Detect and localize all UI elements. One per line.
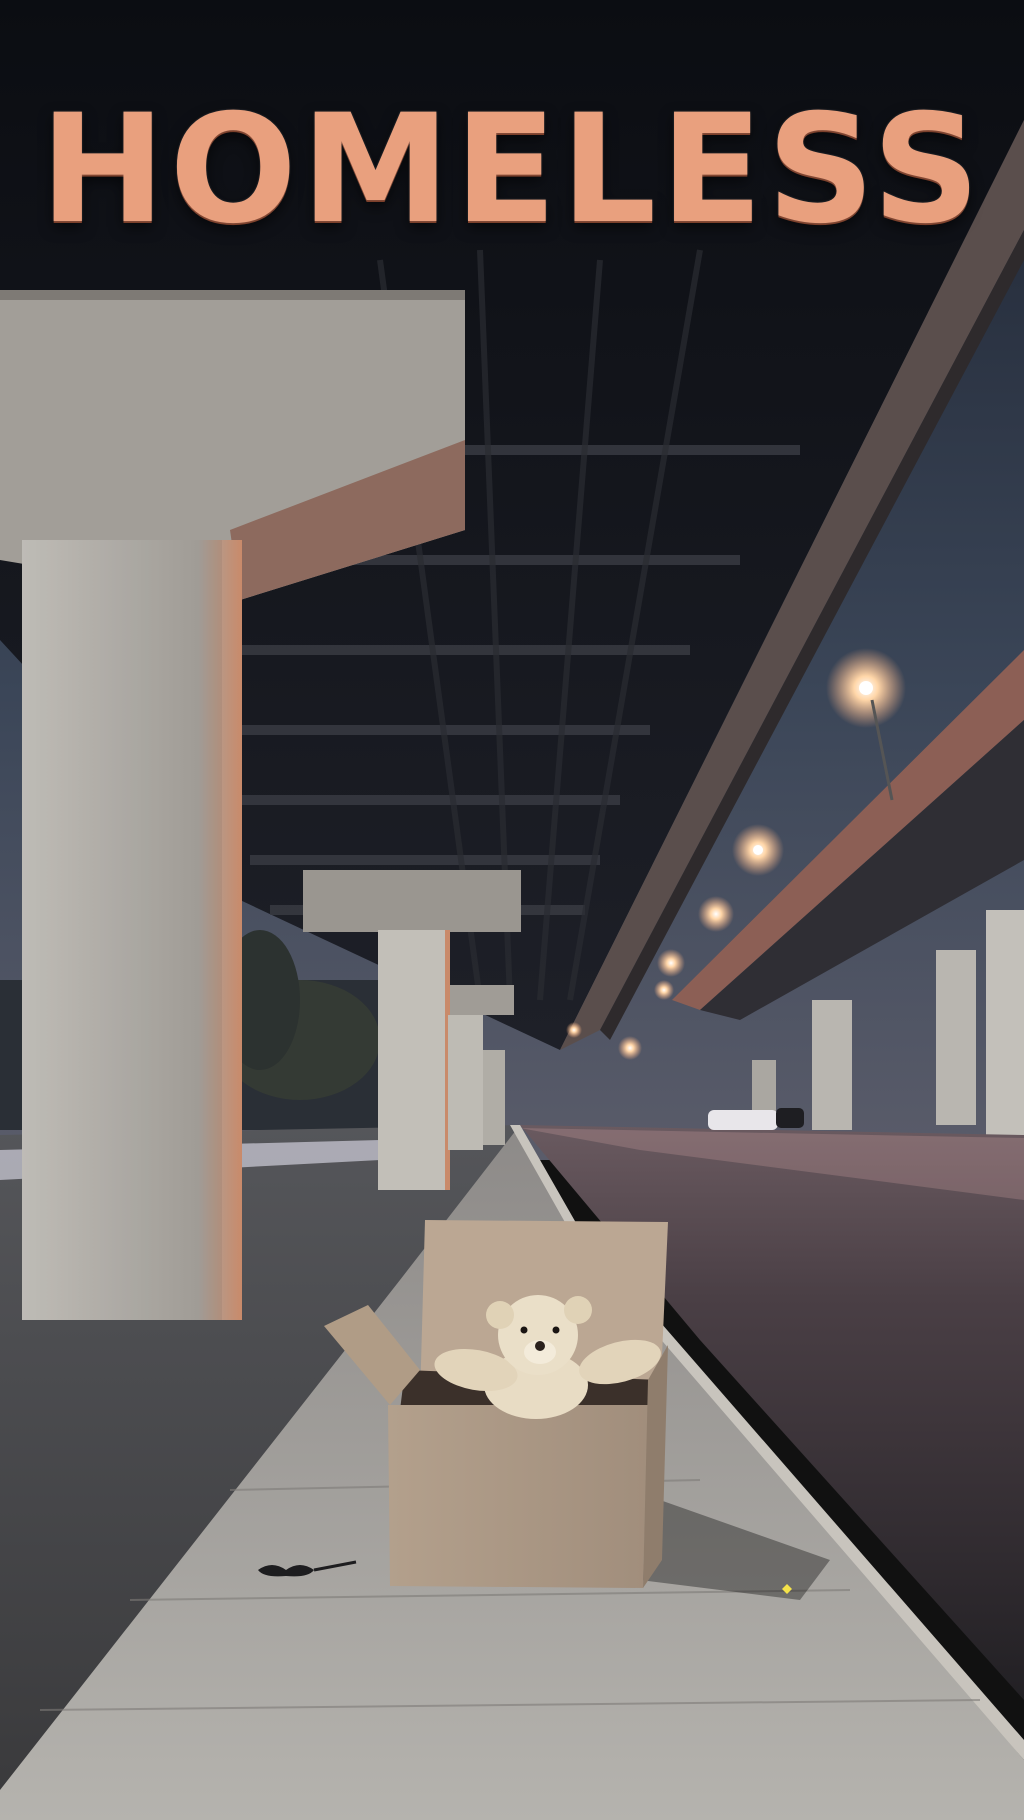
poster: HOMELESS bbox=[0, 0, 1024, 1820]
scene-illustration bbox=[0, 0, 1024, 1820]
poster-title: HOMELESS bbox=[39, 83, 985, 257]
